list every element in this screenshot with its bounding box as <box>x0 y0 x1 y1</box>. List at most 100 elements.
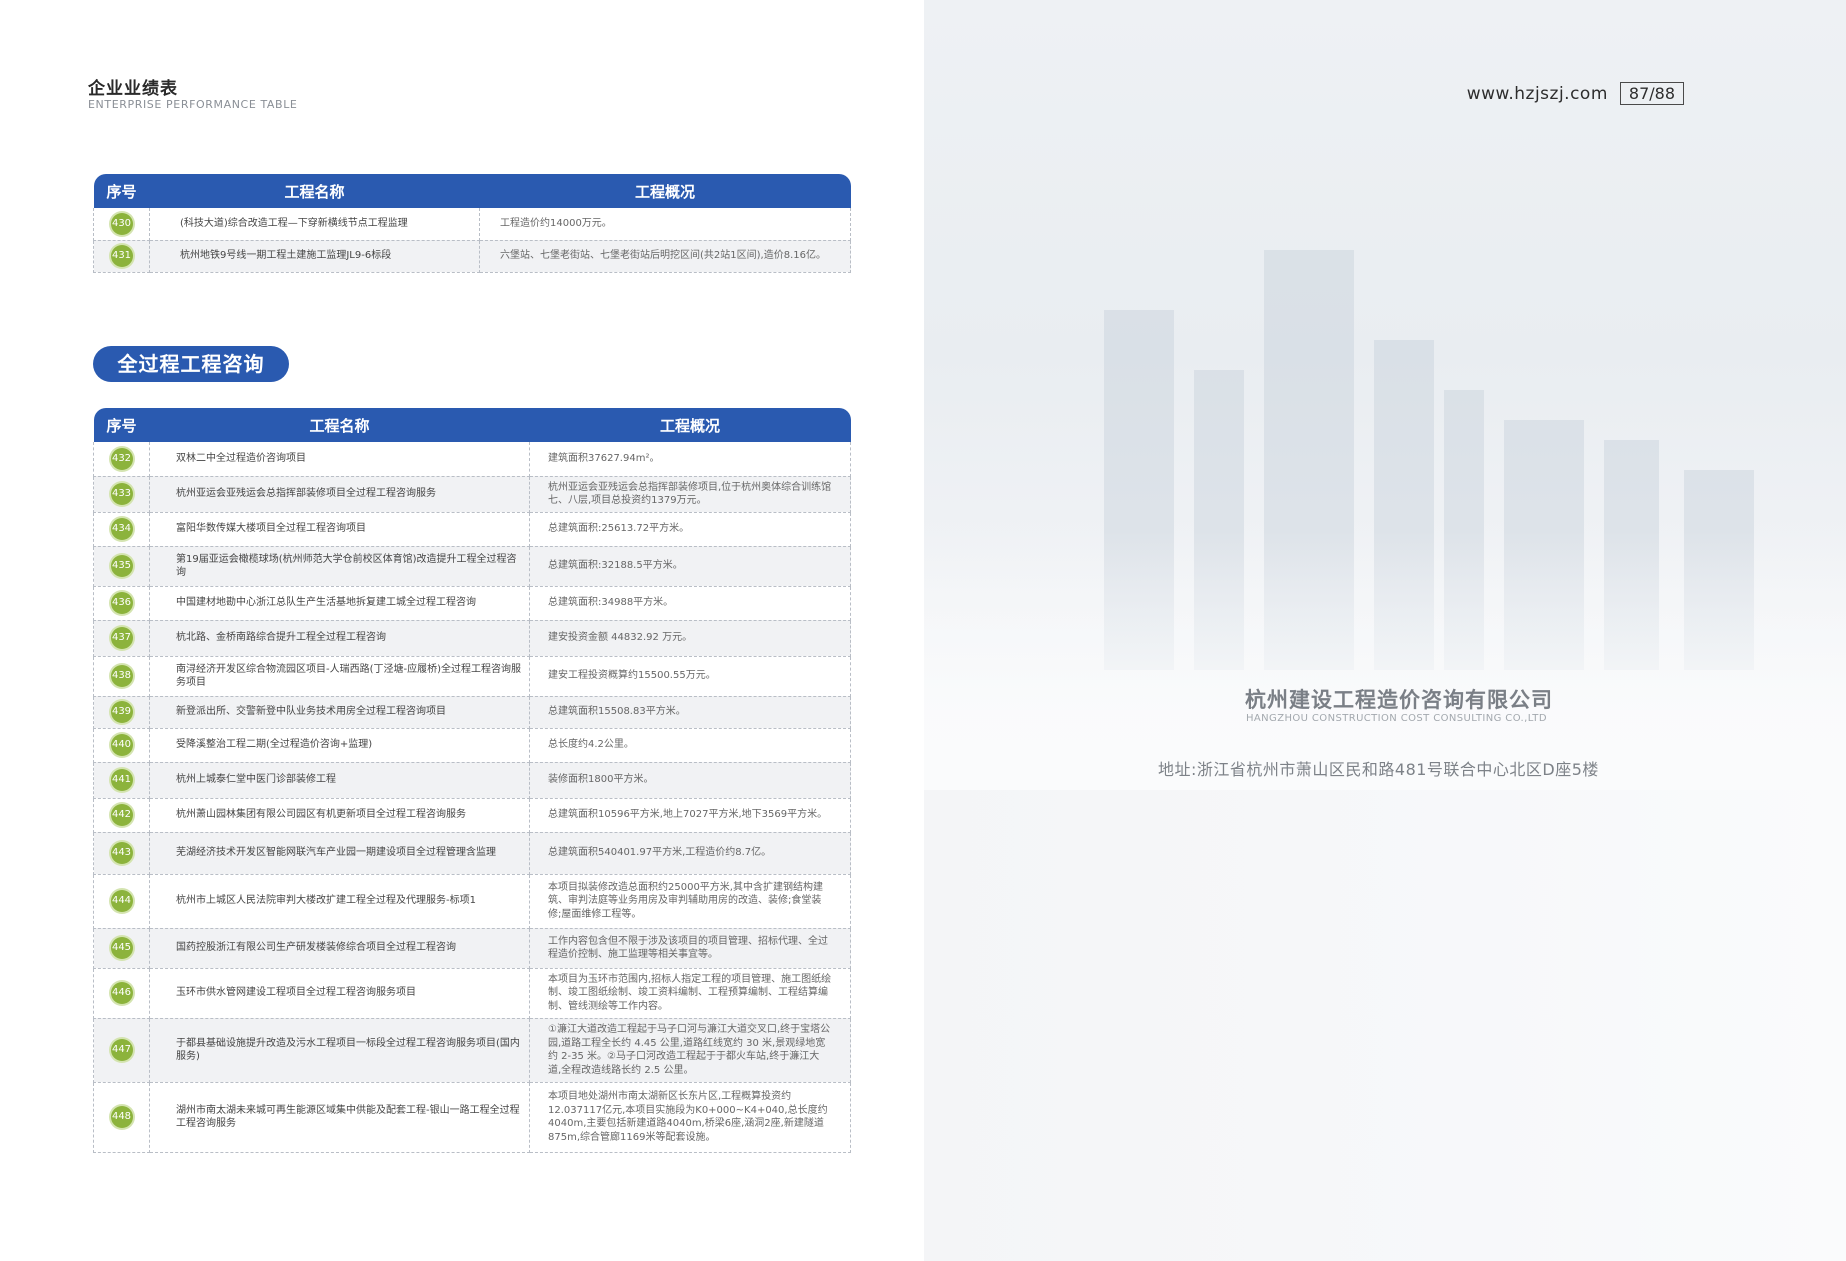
project-name-cell: 湖州市南太湖未来城可再生能源区域集中供能及配套工程-银山一路工程全过程工程咨询服… <box>149 1082 530 1153</box>
row-number-badge: 432 <box>110 447 133 470</box>
table-2-body: 432 双林二中全过程造价咨询项目 建筑面积37627.94m²。 433 杭州亚运会亚… <box>93 442 851 1153</box>
col-header-overview: 工程概况 <box>634 182 695 201</box>
project-name-cell: 于都县基础设施提升改造及污水工程项目一标段全过程工程咨询服务项目(国内服务) <box>149 1018 530 1083</box>
row-number-cell: 444 <box>93 874 150 929</box>
row-number-badge: 438 <box>110 665 133 687</box>
project-name-cell: 中国建材地勘中心浙江总队生产生活基地拆复建工城全过程工程咨询 <box>149 586 530 621</box>
table-row: 431 杭州地铁9号线一期工程土建施工监理JL9-6标段 六堡站、七堡老街站、七堡老… <box>93 240 851 273</box>
project-overview-cell: 杭州亚运会亚残运会总指挥部装修项目,位于杭州奥体综合训练馆七、八层,项目总投资约… <box>529 476 851 513</box>
project-name-cell: 杭州萧山园林集团有限公司园区有机更新项目全过程工程咨询服务 <box>149 798 530 833</box>
section-title: 全过程工程咨询 <box>93 346 289 382</box>
project-overview-cell: 总建筑面积:34988平方米。 <box>529 586 851 621</box>
row-number-badge: 434 <box>110 518 133 540</box>
row-number-badge: 437 <box>110 627 133 649</box>
row-number-badge: 448 <box>110 1106 133 1128</box>
left-page: 企业业绩表 ENTERPRISE PERFORMANCE TABLE 序号 工程… <box>0 0 924 1261</box>
row-number-badge: 430 <box>110 212 133 235</box>
project-overview-cell: 工作内容包含但不限于涉及该项目的项目管理、招标代理、全过程造价控制、施工监理等相… <box>529 928 851 969</box>
project-name-cell: 第19届亚运会橄榄球场(杭州师范大学仓前校区体育馆)改造提升工程全过程咨询 <box>149 546 530 587</box>
row-number-cell: 440 <box>93 728 150 763</box>
right-page <box>924 0 1846 1261</box>
col-header-name: 工程名称 <box>284 182 345 201</box>
table-row: 440 受降溪整治工程二期(全过程造价咨询+监理) 总长度约4.2公里。 <box>93 728 851 763</box>
performance-table-1: 序号 工程名称 工程概况 430 (科技大道)综合改造工程—下穿新横线节点工程监理… <box>93 174 851 273</box>
company-name: 杭州建设工程造价咨询有限公司 <box>1245 688 1553 712</box>
row-number-cell: 437 <box>93 620 150 657</box>
project-name-cell: 富阳华数传媒大楼项目全过程工程咨询项目 <box>149 512 530 547</box>
project-name-cell: 双林二中全过程造价咨询项目 <box>149 442 530 477</box>
project-name-cell: 杭北路、金桥南路综合提升工程全过程工程咨询 <box>149 620 530 657</box>
row-number-badge: 445 <box>110 937 133 959</box>
project-overview-cell: 建筑面积37627.94m²。 <box>529 442 851 477</box>
row-number-badge: 439 <box>110 701 133 723</box>
col-header-no: 序号 <box>106 416 137 435</box>
row-number-cell: 435 <box>93 546 150 587</box>
table-row: 447 于都县基础设施提升改造及污水工程项目一标段全过程工程咨询服务项目(国内服务… <box>93 1018 851 1083</box>
row-number-cell: 442 <box>93 798 150 833</box>
table-row: 436 中国建材地勘中心浙江总队生产生活基地拆复建工城全过程工程咨询 总建筑面积:3… <box>93 586 851 621</box>
project-overview-cell: 装修面积1800平方米。 <box>529 762 851 799</box>
row-number-cell: 436 <box>93 586 150 621</box>
project-overview-cell: 总建筑面积:25613.72平方米。 <box>529 512 851 547</box>
col-header-overview: 工程概况 <box>659 416 720 435</box>
table-row: 438 南浔经济开发区综合物流园区项目-人瑞西路(丁泾塘-应履桥)全过程工程咨询服… <box>93 656 851 697</box>
page-title: 企业业绩表 <box>88 79 178 99</box>
table-row: 446 玉环市供水管网建设工程项目全过程工程咨询服务项目 本项目为玉环市范围内,招标… <box>93 968 851 1019</box>
table-row: 443 芜湖经济技术开发区智能网联汽车产业园一期建设项目全过程管理含监理 总建筑面积… <box>93 832 851 875</box>
row-number-cell: 448 <box>93 1082 150 1153</box>
project-name-cell: 新登派出所、交警新登中队业务技术用房全过程工程咨询项目 <box>149 696 530 729</box>
table-row: 437 杭北路、金桥南路综合提升工程全过程工程咨询 建安投资金额 44832.92 … <box>93 620 851 657</box>
project-overview-cell: 总建筑面积15508.83平方米。 <box>529 696 851 729</box>
row-number-cell: 434 <box>93 512 150 547</box>
row-number-cell: 438 <box>93 656 150 697</box>
header-right: www.hzjszj.com 87/88 <box>1467 82 1684 105</box>
table-row: 432 双林二中全过程造价咨询项目 建筑面积37627.94m²。 <box>93 442 851 477</box>
row-number-badge: 433 <box>110 483 133 505</box>
row-number-badge: 446 <box>110 982 133 1004</box>
col-header-no: 序号 <box>106 182 137 201</box>
project-name-cell: 玉环市供水管网建设工程项目全过程工程咨询服务项目 <box>149 968 530 1019</box>
table-row: 441 杭州上城泰仁堂中医门诊部装修工程 装修面积1800平方米。 <box>93 762 851 799</box>
project-name-cell: 杭州地铁9号线一期工程土建施工监理JL9-6标段 <box>149 240 480 273</box>
row-number-badge: 442 <box>110 804 133 826</box>
website-link[interactable]: www.hzjszj.com <box>1467 84 1608 104</box>
row-number-cell: 431 <box>93 240 150 273</box>
row-number-cell: 439 <box>93 696 150 729</box>
row-number-badge: 444 <box>110 890 133 912</box>
row-number-cell: 443 <box>93 832 150 875</box>
project-overview-cell: 本项目拟装修改造总面积约25000平方米,其中含扩建钢结构建筑、审判法庭等业务用… <box>529 874 851 929</box>
table-row: 444 杭州市上城区人民法院审判大楼改扩建工程全过程及代理服务-标项1 本项目拟装修… <box>93 874 851 929</box>
table-row: 445 国药控股浙江有限公司生产研发楼装修综合项目全过程工程咨询 工作内容包含但不限… <box>93 928 851 969</box>
project-overview-cell: 六堡站、七堡老街站、七堡老街站后明挖区间(共2站1区间),造价8.16亿。 <box>479 240 851 273</box>
project-name-cell: (科技大道)综合改造工程—下穿新横线节点工程监理 <box>149 208 480 241</box>
row-number-badge: 435 <box>110 555 133 577</box>
row-number-cell: 430 <box>93 208 150 241</box>
performance-table-2: 序号 工程名称 工程概况 432 双林二中全过程造价咨询项目 建筑面积37627.9… <box>93 408 851 1153</box>
row-number-badge: 443 <box>110 842 133 864</box>
page-number: 87/88 <box>1619 82 1684 105</box>
table-header-row: 序号 工程名称 工程概况 <box>93 174 851 208</box>
company-name-en: HANGZHOU CONSTRUCTION COST CONSULTING CO… <box>1246 713 1547 724</box>
row-number-cell: 433 <box>93 476 150 513</box>
project-name-cell: 受降溪整治工程二期(全过程造价咨询+监理) <box>149 728 530 763</box>
row-number-cell: 446 <box>93 968 150 1019</box>
project-overview-cell: 总建筑面积540401.97平方米,工程造价约8.7亿。 <box>529 832 851 875</box>
project-overview-cell: 总长度约4.2公里。 <box>529 728 851 763</box>
project-overview-cell: 建安工程投资概算约15500.55万元。 <box>529 656 851 697</box>
project-overview-cell: 工程造价约14000万元。 <box>479 208 851 241</box>
table-row: 433 杭州亚运会亚残运会总指挥部装修项目全过程工程咨询服务 杭州亚运会亚残运会总指… <box>93 476 851 513</box>
row-number-cell: 432 <box>93 442 150 477</box>
project-name-cell: 杭州上城泰仁堂中医门诊部装修工程 <box>149 762 530 799</box>
table-row: 442 杭州萧山园林集团有限公司园区有机更新项目全过程工程咨询服务 总建筑面积105… <box>93 798 851 833</box>
row-number-cell: 441 <box>93 762 150 799</box>
table-1-body: 430 (科技大道)综合改造工程—下穿新横线节点工程监理 工程造价约14000万元。… <box>93 208 851 273</box>
table-header-row: 序号 工程名称 工程概况 <box>93 408 851 442</box>
project-name-cell: 南浔经济开发区综合物流园区项目-人瑞西路(丁泾塘-应履桥)全过程工程咨询服务项目 <box>149 656 530 697</box>
row-number-badge: 441 <box>110 769 133 791</box>
table-row: 434 富阳华数传媒大楼项目全过程工程咨询项目 总建筑面积:25613.72平方米。 <box>93 512 851 547</box>
table-row: 439 新登派出所、交警新登中队业务技术用房全过程工程咨询项目 总建筑面积15508… <box>93 696 851 729</box>
project-name-cell: 国药控股浙江有限公司生产研发楼装修综合项目全过程工程咨询 <box>149 928 530 969</box>
project-overview-cell: 总建筑面积:32188.5平方米。 <box>529 546 851 587</box>
project-overview-cell: 本项目地处湖州市南太湖新区长东片区,工程概算投资约12.037117亿元,本项目… <box>529 1082 851 1153</box>
project-name-cell: 杭州市上城区人民法院审判大楼改扩建工程全过程及代理服务-标项1 <box>149 874 530 929</box>
